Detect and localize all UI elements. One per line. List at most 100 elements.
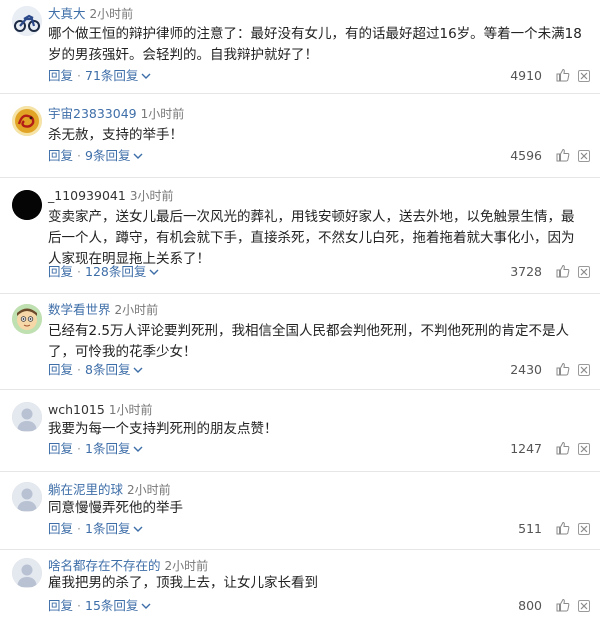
reply-button[interactable]: 回复	[48, 441, 73, 456]
comment-header: 宇宙23833049 1小时前	[48, 106, 184, 122]
thumbs-up-icon	[556, 264, 570, 278]
more-options-button[interactable]	[578, 523, 590, 535]
chevron-down-icon[interactable]	[133, 524, 143, 534]
comment-header: 大真大 2小时前	[48, 6, 133, 22]
chevron-down-icon[interactable]	[133, 151, 143, 161]
username[interactable]: 躺在泥里的球	[48, 482, 123, 497]
timestamp: 2小时前	[114, 303, 159, 317]
comment-actions: 回复 · 128条回复	[48, 264, 159, 280]
chevron-down-icon[interactable]	[149, 267, 159, 277]
comment-header: 啥名都存在不存在的 2小时前	[48, 558, 208, 574]
reply-button[interactable]: 回复	[48, 598, 73, 613]
thumbs-up-icon	[556, 148, 570, 162]
chevron-down-icon[interactable]	[141, 601, 151, 611]
close-icon	[580, 445, 588, 453]
separator: ·	[77, 264, 81, 279]
comment-header: 躺在泥里的球 2小时前	[48, 482, 171, 498]
reply-count-link[interactable]: 8条回复	[85, 362, 130, 377]
reply-count-link[interactable]: 71条回复	[85, 68, 138, 83]
like-count: 2430	[510, 362, 542, 377]
comment-item: _110939041 3小时前 变卖家产，送女儿最后一次风光的葬礼，用钱安顿好家人…	[0, 178, 600, 294]
chevron-down-icon[interactable]	[133, 444, 143, 454]
timestamp: 3小时前	[129, 189, 174, 203]
avatar[interactable]	[12, 482, 42, 512]
reply-button[interactable]: 回复	[48, 521, 73, 536]
like-button[interactable]	[556, 598, 570, 612]
avatar[interactable]	[12, 6, 42, 36]
avatar[interactable]	[12, 558, 42, 588]
comment-text: 杀无赦，支持的举手！	[48, 127, 183, 143]
username[interactable]: 数学看世界	[48, 302, 111, 317]
like-button[interactable]	[556, 148, 570, 162]
close-icon	[580, 268, 588, 276]
thumbs-up-icon	[556, 441, 570, 455]
separator: ·	[77, 148, 81, 163]
comment-text: 雇我把男的杀了，顶我上去，让女儿家长看到	[48, 575, 318, 591]
reply-button[interactable]: 回复	[48, 362, 73, 377]
username[interactable]: _110939041	[48, 188, 126, 203]
comment-header: wch1015 1小时前	[48, 402, 152, 418]
chevron-down-icon[interactable]	[141, 71, 151, 81]
reply-button[interactable]: 回复	[48, 148, 73, 163]
comment-item: 躺在泥里的球 2小时前 同意慢慢弄死他的举手 回复 · 1条回复 511	[0, 472, 600, 550]
comment-text: 已经有2.5万人评论要判死刑，我相信全国人民都会判他死刑，不判他死刑的肯定不是人…	[48, 323, 569, 360]
default-user-icon	[12, 558, 42, 588]
comment-item: wch1015 1小时前 我要为每一个支持判死刑的朋友点赞！ 回复 · 1条回复 12…	[0, 390, 600, 472]
avatar[interactable]	[12, 402, 42, 432]
thumbs-up-icon	[556, 598, 570, 612]
more-options-button[interactable]	[578, 364, 590, 376]
timestamp: 2小时前	[89, 7, 134, 21]
avatar[interactable]	[12, 304, 42, 334]
comment-actions: 回复 · 8条回复	[48, 362, 143, 378]
username[interactable]: 大真大	[48, 6, 86, 21]
separator: ·	[77, 362, 81, 377]
comment-header: _110939041 3小时前	[48, 188, 173, 204]
like-button[interactable]	[556, 441, 570, 455]
more-options-button[interactable]	[578, 266, 590, 278]
reply-button[interactable]: 回复	[48, 68, 73, 83]
reply-count-link[interactable]: 128条回复	[85, 264, 146, 279]
comment-actions: 回复 · 15条回复	[48, 598, 151, 614]
avatar[interactable]	[12, 106, 42, 136]
like-button[interactable]	[556, 264, 570, 278]
reply-button[interactable]: 回复	[48, 264, 73, 279]
timestamp: 2小时前	[164, 559, 209, 573]
comment-text: 变卖家产，送女儿最后一次风光的葬礼，用钱安顿好家人，送去外地，以免触景生情，最后…	[48, 209, 575, 267]
like-count: 4910	[510, 68, 542, 83]
reply-count-link[interactable]: 1条回复	[85, 521, 130, 536]
separator: ·	[77, 598, 81, 613]
reply-count-link[interactable]: 1条回复	[85, 441, 130, 456]
comment-actions: 回复 · 71条回复	[48, 68, 151, 84]
username[interactable]: wch1015	[48, 402, 105, 417]
motorcycle-icon	[12, 6, 42, 36]
more-options-button[interactable]	[578, 443, 590, 455]
username[interactable]: 啥名都存在不存在的	[48, 558, 161, 573]
comment-text: 哪个做王恒的辩护律师的注意了：最好没有女儿，有的话最好超过16岁。等着一个未满1…	[48, 26, 582, 63]
black-circle-icon	[12, 190, 42, 220]
comment-text: 同意慢慢弄死他的举手	[48, 500, 183, 516]
comment-actions: 回复 · 1条回复	[48, 441, 143, 457]
chevron-down-icon[interactable]	[133, 365, 143, 375]
reply-count-link[interactable]: 9条回复	[85, 148, 130, 163]
like-button[interactable]	[556, 362, 570, 376]
avatar[interactable]	[12, 190, 42, 220]
like-button[interactable]	[556, 521, 570, 535]
username[interactable]: 宇宙23833049	[48, 106, 137, 121]
close-icon	[580, 152, 588, 160]
default-user-icon	[12, 482, 42, 512]
comment-item: 啥名都存在不存在的 2小时前 雇我把男的杀了，顶我上去，让女儿家长看到 回复 · 15…	[0, 550, 600, 618]
timestamp: 1小时前	[108, 403, 153, 417]
more-options-button[interactable]	[578, 600, 590, 612]
close-icon	[580, 602, 588, 610]
cartoon-face-icon	[12, 304, 42, 334]
comment-text: 我要为每一个支持判死刑的朋友点赞！	[48, 421, 278, 437]
separator: ·	[77, 441, 81, 456]
like-count: 800	[518, 598, 542, 613]
more-options-button[interactable]	[578, 150, 590, 162]
thumbs-up-icon	[556, 521, 570, 535]
comment-actions: 回复 · 9条回复	[48, 148, 143, 164]
close-icon	[580, 366, 588, 374]
more-options-button[interactable]	[578, 70, 590, 82]
like-button[interactable]	[556, 68, 570, 82]
reply-count-link[interactable]: 15条回复	[85, 598, 138, 613]
